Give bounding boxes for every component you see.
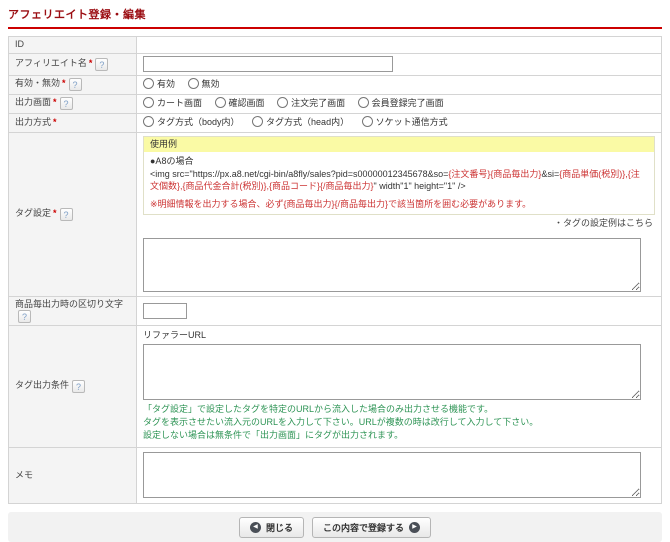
referrer-url-label: リファラーURL [143,330,655,342]
radio-screen-cart[interactable]: カート画面 [143,98,202,108]
title-divider [8,27,662,29]
radio-method-socket[interactable]: ソケット通信方式 [362,117,448,127]
tag-condition-help-line: 設定しない場合は無条件で「出力画面」にタグが出力されます。 [143,429,655,442]
tag-settings-note: ※明細情報を出力する場合、必ず{商品毎出力}{/商品毎出力}で該当箇所を囲む必要… [150,198,648,210]
radio-screen-confirm[interactable]: 確認画面 [215,98,265,108]
tag-settings-label: タグ設定 [15,208,51,218]
row-enabled: 有効・無効*? 有効 無効 [9,75,662,94]
radio-screen-order-complete-input[interactable] [277,97,288,108]
radio-method-tag-body[interactable]: タグ方式（body内） [143,117,240,127]
help-icon[interactable]: ? [18,310,31,323]
usage-example-box: 使用例 ●A8の場合 <img src="https://px.a8.net/c… [143,136,655,215]
radio-screen-order-complete[interactable]: 注文完了画面 [277,98,345,108]
help-icon[interactable]: ? [95,58,108,71]
close-button-label: 閉じる [266,521,293,534]
row-memo: メモ [9,448,662,504]
radio-enabled-on-input[interactable] [143,78,154,89]
id-label: ID [9,37,137,54]
affiliate-name-input[interactable] [143,56,393,72]
referrer-url-textarea[interactable] [143,344,641,400]
row-output-method: 出力方式* タグ方式（body内） タグ方式（head内） ソケット通信方式 [9,113,662,132]
help-icon[interactable]: ? [69,78,82,91]
radio-screen-member-complete[interactable]: 会員登録完了画面 [358,98,444,108]
close-button[interactable]: ◀ 閉じる [239,517,304,538]
memo-textarea[interactable] [143,452,641,498]
row-id: ID [9,37,662,54]
enabled-label: 有効・無効 [15,78,60,88]
submit-button[interactable]: この内容で登録する ▶ [312,517,431,538]
row-tag-output-condition: タグ出力条件? リファラーURL 「タグ設定」で設定したタグを特定のURLから流… [9,326,662,448]
radio-method-tag-head[interactable]: タグ方式（head内） [252,117,349,127]
required-mark: * [53,97,57,107]
usage-example-case: ●A8の場合 [150,155,648,167]
arrow-right-icon: ▶ [409,522,420,533]
submit-button-label: この内容で登録する [323,521,404,534]
output-method-label: 出力方式 [15,117,51,127]
affiliate-name-label: アフィリエイト名 [15,58,87,68]
page-title: アフェリエイト登録・編集 [8,6,662,22]
required-mark: * [53,208,57,218]
row-affiliate-name: アフィリエイト名*? [9,53,662,75]
tag-example-code: <img src="https://px.a8.net/cgi-bin/a8fl… [150,168,648,192]
required-mark: * [62,78,66,88]
tag-example-link[interactable]: ・タグの設定例はこちら [143,215,655,235]
affiliate-form-table: ID アフィリエイト名*? 有効・無効*? 有効 無効 出力画面* [8,36,662,504]
tag-condition-help-line: 「タグ設定」で設定したタグを特定のURLから流入した場合のみ出力させる機能です。 [143,403,655,416]
id-value [137,37,662,54]
page: アフェリエイト登録・編集 ID アフィリエイト名*? 有効・無効*? 有効 無効 [0,0,670,504]
usage-example-header: 使用例 [144,137,654,153]
radio-screen-member-complete-input[interactable] [358,97,369,108]
output-screen-label: 出力画面 [15,97,51,107]
required-mark: * [89,58,93,68]
radio-enabled-on[interactable]: 有効 [143,79,175,89]
radio-method-tag-body-input[interactable] [143,116,154,127]
footer-action-bar: ◀ 閉じる この内容で登録する ▶ [8,512,662,542]
tag-condition-label: タグ出力条件 [15,380,69,390]
arrow-left-icon: ◀ [250,522,261,533]
memo-label: メモ [15,470,33,480]
row-delimiter: 商品毎出力時の区切り文字? [9,296,662,326]
help-icon[interactable]: ? [60,208,73,221]
radio-method-tag-head-input[interactable] [252,116,263,127]
tag-condition-help-line: タグを表示させたい流入元のURLを入力して下さい。URLが複数の時は改行して入力… [143,416,655,429]
help-icon[interactable]: ? [72,380,85,393]
delimiter-input[interactable] [143,303,187,319]
radio-enabled-off-input[interactable] [188,78,199,89]
help-icon[interactable]: ? [60,97,73,110]
row-tag-settings: タグ設定*? 使用例 ●A8の場合 <img src="https://px.a… [9,132,662,296]
tag-condition-help: 「タグ設定」で設定したタグを特定のURLから流入した場合のみ出力させる機能です。… [143,403,655,442]
row-output-screen: 出力画面*? カート画面 確認画面 注文完了画面 会員登録完了画面 [9,94,662,113]
required-mark: * [53,117,57,127]
radio-method-socket-input[interactable] [362,116,373,127]
delimiter-label: 商品毎出力時の区切り文字 [15,299,123,309]
radio-enabled-off[interactable]: 無効 [188,79,220,89]
radio-screen-confirm-input[interactable] [215,97,226,108]
radio-screen-cart-input[interactable] [143,97,154,108]
tag-settings-textarea[interactable] [143,238,641,292]
